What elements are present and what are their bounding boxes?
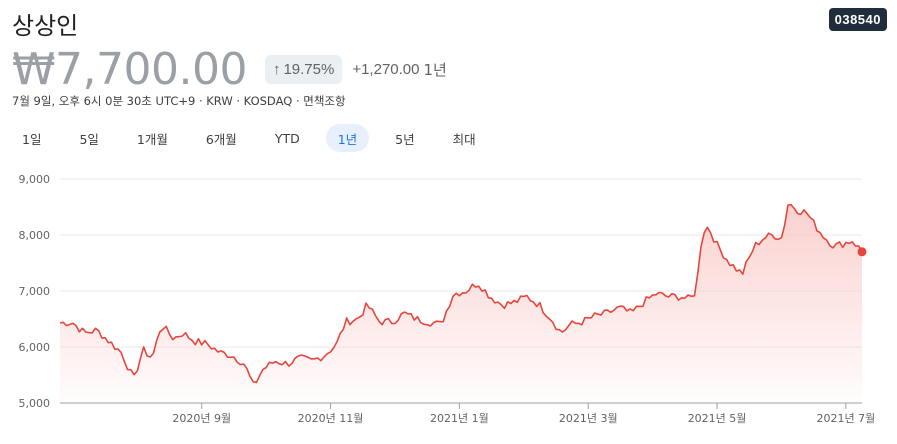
tab-6m[interactable]: 6개월 [194,124,249,152]
tab-1m[interactable]: 1개월 [125,124,180,152]
tab-5d[interactable]: 5일 [67,124,110,152]
last-price-dot [857,247,867,257]
tab-max[interactable]: 최대 [441,124,488,152]
tab-1d[interactable]: 1일 [10,124,53,152]
arrow-up-icon: ↑ [272,61,281,78]
x-tick-label: 2021년 5월 [688,412,747,425]
y-tick-label: 7,000 [19,285,51,298]
x-tick-label: 2021년 3월 [559,412,618,425]
change-period: 1년 [423,61,447,79]
price-chart[interactable]: 9,000 8,000 7,000 6,000 5,000 2020년 9월 2020년 1… [0,165,897,444]
y-tick-label: 9,000 [19,173,51,186]
price-area-fill [60,204,862,403]
x-tick-label: 2020년 9월 [172,412,231,425]
y-tick-label: 8,000 [19,229,51,242]
tab-ytd[interactable]: YTD [263,124,312,152]
ticker-badge[interactable]: 038540 [828,8,887,31]
change-percent: 19.75% [283,61,335,78]
tab-5y[interactable]: 5년 [383,124,426,152]
stock-title: 상상인 [12,12,79,40]
y-tick-label: 5,000 [19,397,51,410]
x-tick-label: 2021년 1월 [430,412,489,425]
tab-1y[interactable]: 1년 [325,124,370,152]
y-tick-label: 6,000 [19,341,51,354]
quote-meta: 7월 9일, 오후 6시 0분 30초 UTC+9 · KRW · KOSDAQ… [12,94,346,108]
change-percent-badge: ↑ 19.75% [264,55,343,84]
price-row: ₩7,700.00 ↑ 19.75% +1,270.00 1년 [12,44,447,95]
current-price: ₩7,700.00 [12,44,247,95]
x-tick-label: 2021년 7월 [817,412,876,425]
range-tabs: 1일 5일 1개월 6개월 YTD 1년 5년 최대 [10,124,502,152]
change-absolute: +1,270.00 [352,61,420,78]
x-tick-label: 2020년 11월 [298,412,364,425]
